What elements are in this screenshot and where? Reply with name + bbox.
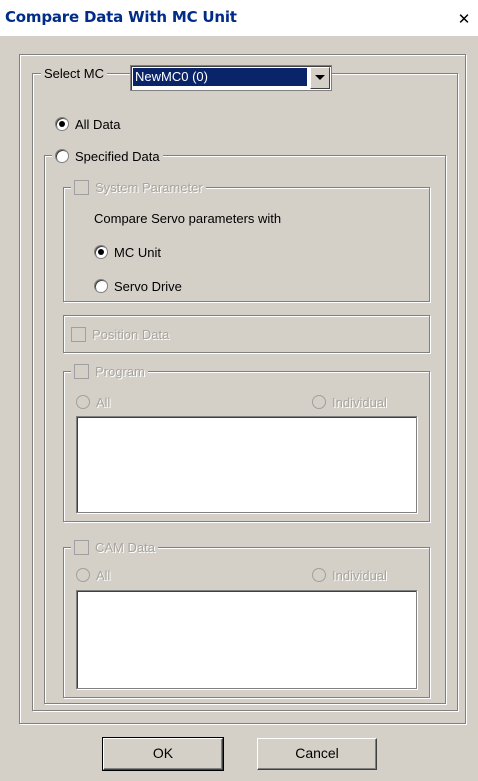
position-data-checkbox[interactable] <box>71 326 86 342</box>
mc-unit-option[interactable]: MC Unit <box>94 242 161 262</box>
specified-data-label: Specified Data <box>75 148 160 164</box>
program-checkbox[interactable] <box>74 363 89 379</box>
cam-data-checkbox[interactable] <box>74 539 89 555</box>
system-parameter-checkbox[interactable] <box>74 179 89 195</box>
ok-button[interactable]: OK <box>102 737 224 771</box>
specified-data-radio[interactable] <box>55 149 69 163</box>
cam-data-legend: CAM Data <box>71 537 158 557</box>
select-mc-dropdown[interactable]: NewMC0 (0) <box>130 65 332 91</box>
servo-drive-label: Servo Drive <box>114 278 182 294</box>
cancel-button[interactable]: Cancel <box>257 738 377 770</box>
system-parameter-label: System Parameter <box>95 179 203 195</box>
program-list[interactable] <box>76 416 417 513</box>
window-title: Compare Data With MC Unit <box>5 8 237 26</box>
cam-data-label: CAM Data <box>95 539 155 555</box>
cam-individual-label: Individual <box>332 567 387 583</box>
select-mc-label: Select MC <box>44 66 104 81</box>
select-mc-value: NewMC0 (0) <box>133 68 307 86</box>
all-data-label: All Data <box>75 116 121 132</box>
cam-individual-option[interactable]: Individual <box>312 565 387 585</box>
program-label: Program <box>95 363 145 379</box>
mc-unit-radio[interactable] <box>94 245 108 259</box>
system-parameter-legend: System Parameter <box>71 177 206 197</box>
program-all-radio[interactable] <box>76 395 90 409</box>
mc-unit-label: MC Unit <box>114 244 161 260</box>
position-data-label: Position Data <box>92 326 170 342</box>
cam-data-list[interactable] <box>76 590 417 689</box>
program-individual-label: Individual <box>332 394 387 410</box>
program-individual-radio[interactable] <box>312 395 326 409</box>
program-legend: Program <box>71 361 148 381</box>
select-mc-legend: Select MC <box>41 66 107 81</box>
position-data-option[interactable]: Position Data <box>71 324 169 344</box>
servo-drive-option[interactable]: Servo Drive <box>94 276 182 296</box>
all-data-radio[interactable] <box>55 117 69 131</box>
compare-data-dialog: Compare Data With MC Unit ✕ Select MC Ne… <box>0 0 478 781</box>
close-icon[interactable]: ✕ <box>454 10 474 30</box>
chevron-down-icon[interactable] <box>310 67 330 89</box>
cam-individual-radio[interactable] <box>312 568 326 582</box>
program-all-option[interactable]: All <box>76 392 110 412</box>
program-individual-option[interactable]: Individual <box>312 392 387 412</box>
compare-servo-text: Compare Servo parameters with <box>94 208 281 228</box>
cam-all-radio[interactable] <box>76 568 90 582</box>
cam-all-label: All <box>96 567 111 583</box>
title-bar: Compare Data With MC Unit ✕ <box>0 0 478 36</box>
program-all-label: All <box>96 394 111 410</box>
specified-data-option[interactable]: Specified Data <box>52 146 163 166</box>
all-data-option[interactable]: All Data <box>55 114 121 134</box>
servo-drive-radio[interactable] <box>94 279 108 293</box>
cam-all-option[interactable]: All <box>76 565 110 585</box>
compare-servo-label: Compare Servo parameters with <box>94 210 282 226</box>
